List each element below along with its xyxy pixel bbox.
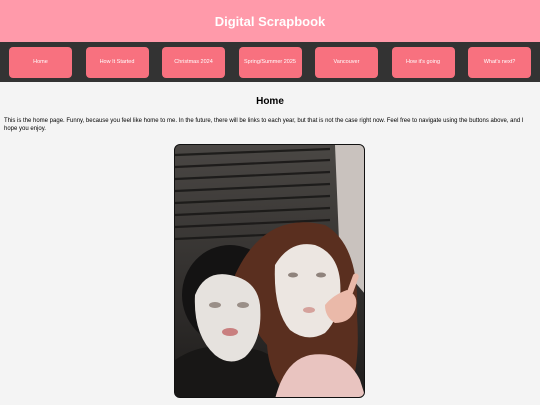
nav-button-home[interactable]: Home — [9, 46, 72, 78]
page-heading: Home — [256, 96, 284, 107]
nav-button-christmas-2024[interactable]: Christmas 2024 — [162, 46, 225, 78]
couple-photo — [174, 144, 365, 398]
nav-button-vancouver[interactable]: Vancouver — [315, 46, 378, 78]
site-title: Digital Scrapbook — [214, 13, 326, 29]
site-header: Digital Scrapbook — [0, 0, 540, 42]
nav-button-how-it-started[interactable]: How It Started — [85, 46, 149, 78]
nav-button-spring-summer-2025[interactable]: Spring/Summer 2025 — [238, 46, 302, 78]
intro-paragraph: This is the home page. Funny, because yo… — [4, 118, 524, 132]
nav-bar: Home How It Started Christmas 2024 Sprin… — [0, 42, 540, 82]
nav-button-whats-next[interactable]: What's next? — [468, 46, 531, 78]
nav-button-how-its-going[interactable]: How it's going — [391, 46, 455, 78]
